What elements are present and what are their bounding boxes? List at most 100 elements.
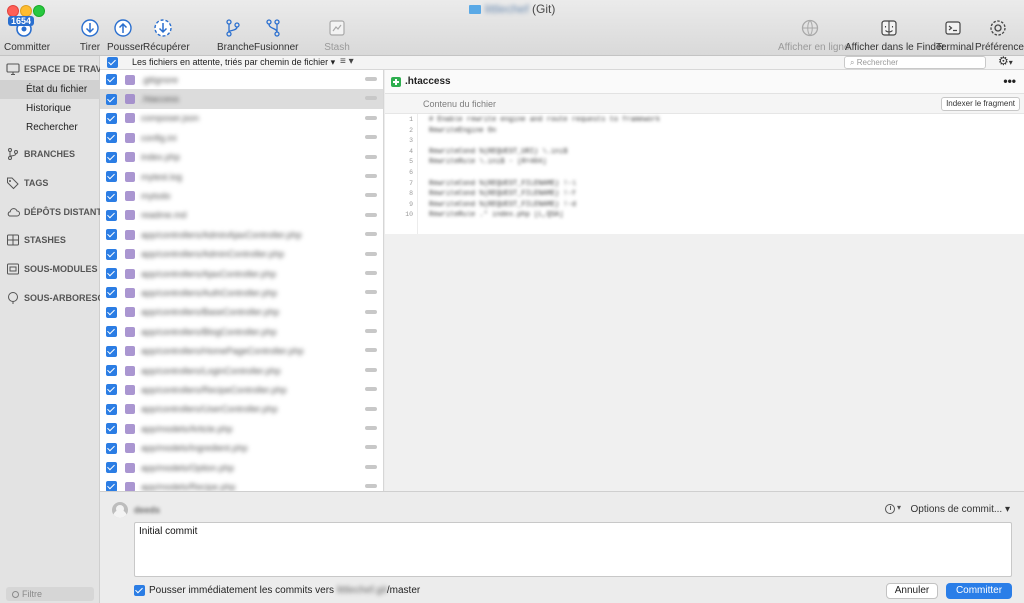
file-list-row[interactable]: .htaccess	[100, 89, 383, 109]
branch-button[interactable]: Branche	[217, 18, 254, 53]
file-list-row[interactable]: app/controllers/LoginController.php	[100, 361, 383, 380]
file-list-row[interactable]: readme.md	[100, 206, 383, 225]
history-clock-icon[interactable]	[885, 504, 895, 514]
row-options-icon[interactable]	[365, 193, 377, 198]
file-list-row[interactable]: app/controllers/AjaxController.php	[100, 264, 383, 283]
row-options-icon[interactable]	[365, 251, 377, 256]
file-list-row[interactable]: app/controllers/AuthController.php	[100, 283, 383, 302]
preferences-button[interactable]: Préférences	[975, 18, 1024, 53]
file-stage-checkbox[interactable]	[106, 326, 117, 338]
settings-dropdown[interactable]: ⚙▾	[998, 54, 1013, 68]
file-list-row[interactable]: app/controllers/AdminController.php	[100, 245, 383, 264]
sidebar-section-stashes[interactable]: STASHES	[0, 229, 100, 251]
commit-message-input[interactable]: Initial commit	[134, 522, 1012, 577]
sort-dropdown[interactable]: Les fichiers en attente, triés par chemi…	[132, 57, 335, 68]
sidebar-item-search[interactable]: Rechercher	[0, 118, 100, 137]
view-options-button[interactable]: ≡ ▾	[340, 56, 354, 67]
more-options-button[interactable]: •••	[1003, 74, 1016, 88]
file-stage-checkbox[interactable]	[106, 190, 117, 202]
row-options-icon[interactable]	[365, 154, 377, 159]
sidebar-section-tags[interactable]: TAGS	[0, 172, 100, 194]
file-stage-checkbox[interactable]	[106, 171, 117, 183]
file-list-row[interactable]: app/controllers/HomePageController.php	[100, 341, 383, 360]
file-list-row[interactable]: app/controllers/BaseController.php	[100, 303, 383, 322]
merge-button[interactable]: Fusionner	[254, 18, 298, 53]
file-stage-checkbox[interactable]	[106, 93, 117, 105]
cancel-button[interactable]: Annuler	[886, 583, 938, 599]
commit-options-dropdown[interactable]: Options de commit... ▾	[910, 504, 1010, 515]
file-stage-checkbox[interactable]	[106, 365, 117, 377]
push-button[interactable]: Pousser	[107, 18, 144, 53]
file-stage-checkbox[interactable]	[106, 74, 117, 86]
commit-button[interactable]: Committer	[946, 583, 1012, 599]
terminal-button[interactable]: Terminal	[936, 18, 974, 53]
file-stage-checkbox[interactable]	[106, 481, 117, 491]
file-stage-checkbox[interactable]	[106, 229, 117, 241]
file-list-row[interactable]: mytest.log	[100, 167, 383, 186]
row-options-icon[interactable]	[365, 173, 377, 178]
sidebar-section-submodules[interactable]: SOUS-MODULES	[0, 258, 100, 280]
row-options-icon[interactable]	[365, 115, 377, 120]
file-stage-checkbox[interactable]	[106, 248, 117, 260]
push-immediately-checkbox[interactable]	[134, 585, 145, 596]
file-stage-checkbox[interactable]	[106, 306, 117, 318]
row-options-icon[interactable]	[365, 212, 377, 217]
push-immediately-option[interactable]: Pousser immédiatement les commits vers l…	[134, 585, 420, 596]
file-stage-checkbox[interactable]	[106, 403, 117, 415]
file-stage-checkbox[interactable]	[106, 384, 117, 396]
row-options-icon[interactable]	[365, 406, 377, 411]
row-options-icon[interactable]	[365, 96, 377, 101]
sidebar-section-branches[interactable]: BRANCHES	[0, 143, 100, 165]
file-list-row[interactable]: index.php	[100, 148, 383, 167]
file-list-row[interactable]: app/models/Option.php	[100, 458, 383, 477]
row-options-icon[interactable]	[365, 232, 377, 237]
file-list-row[interactable]: app/controllers/AdminAjaxController.php	[100, 225, 383, 244]
file-list-row[interactable]: .gitignore	[100, 70, 383, 89]
file-list-row[interactable]: composer.json	[100, 109, 383, 128]
row-options-icon[interactable]	[365, 367, 377, 372]
commit-toolbar-button[interactable]: 1654 Committer	[4, 16, 50, 53]
sidebar-filter-input[interactable]: Filtre	[6, 587, 94, 601]
file-list-row[interactable]: app/controllers/BlogController.php	[100, 322, 383, 341]
row-options-icon[interactable]	[365, 387, 377, 392]
row-options-icon[interactable]	[365, 309, 377, 314]
file-stage-checkbox[interactable]	[106, 132, 117, 144]
file-stage-checkbox[interactable]	[106, 423, 117, 435]
file-list-row[interactable]: mytodo	[100, 186, 383, 205]
view-online-button[interactable]: Afficher en ligne	[778, 18, 850, 53]
row-options-icon[interactable]	[365, 135, 377, 140]
fetch-button[interactable]: Récupérer	[143, 18, 190, 53]
row-options-icon[interactable]	[365, 484, 377, 489]
row-options-icon[interactable]	[365, 329, 377, 334]
row-options-icon[interactable]	[365, 445, 377, 450]
file-stage-checkbox[interactable]	[106, 112, 117, 124]
file-stage-checkbox[interactable]	[106, 209, 117, 221]
file-list-row[interactable]: app/models/Article.php	[100, 419, 383, 438]
sidebar-section-remotes[interactable]: DÉPÔTS DISTANT	[0, 201, 100, 223]
pull-button[interactable]: Tirer	[78, 18, 102, 53]
stash-button[interactable]: Stash	[324, 18, 350, 53]
row-options-icon[interactable]	[365, 77, 377, 81]
row-options-icon[interactable]	[365, 290, 377, 295]
search-input[interactable]: ⌕ Rechercher	[844, 56, 986, 69]
file-list-row[interactable]: config.ini	[100, 128, 383, 147]
row-options-icon[interactable]	[365, 426, 377, 431]
file-stage-checkbox[interactable]	[106, 151, 117, 163]
select-all-checkbox[interactable]	[107, 57, 118, 68]
file-stage-checkbox[interactable]	[106, 345, 117, 357]
file-list-row[interactable]: app/models/Ingredient.php	[100, 438, 383, 457]
row-options-icon[interactable]	[365, 348, 377, 353]
sidebar-section-subtrees[interactable]: SOUS-ARBORESC	[0, 287, 100, 309]
file-list-row[interactable]: app/models/Recipe.php	[100, 477, 383, 491]
sidebar-item-file-status[interactable]: État du fichier	[0, 80, 100, 99]
file-stage-checkbox[interactable]	[106, 442, 117, 454]
sidebar-item-history[interactable]: Historique	[0, 99, 100, 118]
file-stage-checkbox[interactable]	[106, 287, 117, 299]
file-stage-checkbox[interactable]	[106, 268, 117, 280]
row-options-icon[interactable]	[365, 270, 377, 275]
file-list-row[interactable]: app/controllers/UserController.php	[100, 400, 383, 419]
sidebar-section-workspace[interactable]: ESPACE DE TRAV	[0, 58, 100, 80]
file-list-row[interactable]: app/controllers/RecipeController.php	[100, 380, 383, 399]
row-options-icon[interactable]	[365, 464, 377, 469]
file-stage-checkbox[interactable]	[106, 462, 117, 473]
